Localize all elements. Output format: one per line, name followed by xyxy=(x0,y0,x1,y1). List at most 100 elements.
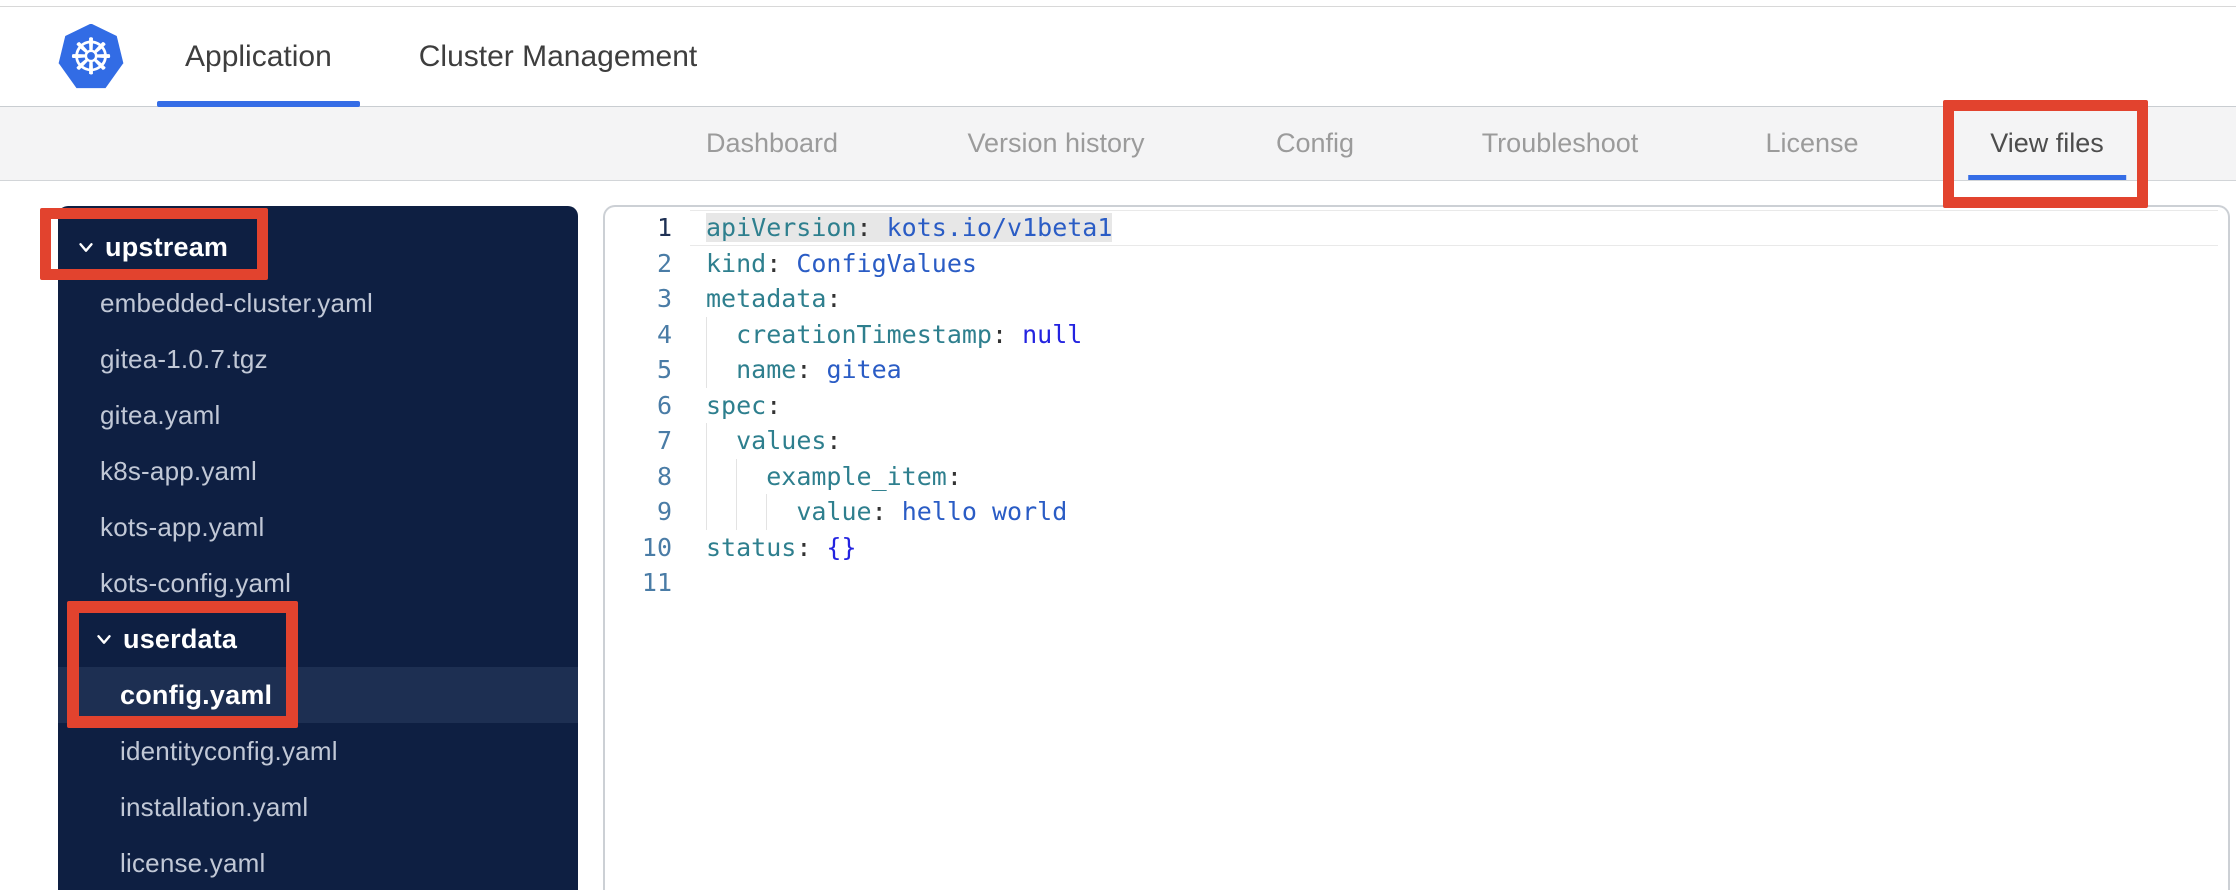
tab-dashboard[interactable]: Dashboard xyxy=(684,107,860,180)
yaml-token: : xyxy=(856,213,887,242)
line-number: 2 xyxy=(656,248,672,278)
editor-code-area[interactable]: 1 apiVersion: kots.io/v1beta1 2 kind: Confi… xyxy=(605,210,2228,890)
tree-file-installation-yaml[interactable]: installation.yaml xyxy=(58,779,578,835)
yaml-token: name xyxy=(736,355,797,384)
code-line-4[interactable]: 4 creationTimestamp: null xyxy=(605,316,2228,352)
line-number: 9 xyxy=(656,497,672,526)
code-line-11[interactable]: 11 xyxy=(605,565,2228,601)
code-line-5[interactable]: 5 name: gitea xyxy=(605,352,2228,388)
code-line-1[interactable]: 1 apiVersion: kots.io/v1beta1 xyxy=(605,210,2228,246)
tab-cluster-management[interactable]: Cluster Management xyxy=(391,7,725,106)
yaml-token: : xyxy=(991,319,1023,349)
app-tabs: Application Cluster Management xyxy=(157,7,756,107)
tab-application[interactable]: Application xyxy=(157,7,360,107)
tree-file-gitea-1-0-7-tgz[interactable]: gitea-1.0.7.tgz xyxy=(58,331,578,387)
kubernetes-logo-icon: ☸ xyxy=(58,23,124,89)
yaml-token: example_item xyxy=(766,461,947,491)
line-number: 11 xyxy=(641,568,672,597)
yaml-token xyxy=(706,355,736,384)
code-line-3[interactable]: 3 metadata: xyxy=(605,281,2228,317)
indent-guide xyxy=(706,316,707,352)
file-name: gitea-1.0.7.tgz xyxy=(100,343,268,374)
code-line-7[interactable]: 7 values: xyxy=(605,423,2228,459)
code-line-content: name: gitea xyxy=(672,352,2228,388)
file-tree: upstream embedded-cluster.yaml gitea-1.0.7… xyxy=(58,206,578,890)
yaml-token xyxy=(706,426,736,455)
yaml-token: : xyxy=(766,390,782,420)
yaml-token: value xyxy=(796,497,872,526)
code-line-10[interactable]: 10 status: {} xyxy=(605,530,2228,566)
tree-file-embedded-cluster-yaml[interactable]: embedded-cluster.yaml xyxy=(58,275,578,331)
code-line-6[interactable]: 6 spec: xyxy=(605,388,2228,424)
tree-folder-upstream[interactable]: upstream xyxy=(58,219,578,275)
code-line-content: creationTimestamp: null xyxy=(672,316,2228,352)
line-number: 1 xyxy=(656,213,672,242)
line-number: 6 xyxy=(656,390,672,420)
yaml-token: ConfigValues xyxy=(796,248,977,278)
file-name: license.yaml xyxy=(120,847,266,878)
tree-file-config-yaml[interactable]: config.yaml xyxy=(58,667,578,723)
file-name: config.yaml xyxy=(120,679,273,710)
tab-config[interactable]: Config xyxy=(1254,107,1376,180)
tree-file-license-yaml[interactable]: license.yaml xyxy=(58,835,578,890)
file-name: identityconfig.yaml xyxy=(120,735,338,766)
code-line-9[interactable]: 9 value: hello world xyxy=(605,494,2228,530)
chevron-down-icon xyxy=(75,236,97,258)
tab-label: View files xyxy=(1990,128,2104,158)
file-tree-sidebar: upstream embedded-cluster.yaml gitea-1.0.7… xyxy=(58,206,578,890)
yaml-token: spec xyxy=(706,390,767,420)
yaml-token: gitea xyxy=(826,355,902,384)
tab-view-files[interactable]: View files xyxy=(1968,107,2126,180)
indent-guide xyxy=(706,458,707,494)
code-line-content: value: hello world xyxy=(672,494,2228,530)
code-line-2[interactable]: 2 kind: ConfigValues xyxy=(605,246,2228,282)
indent-guide xyxy=(706,352,707,388)
chevron-down-icon xyxy=(93,628,115,650)
app-section-tabs: Dashboard Version history Config Troublesho… xyxy=(0,107,2236,181)
tree-file-gitea-yaml[interactable]: gitea.yaml xyxy=(58,387,578,443)
tab-label: Config xyxy=(1275,128,1355,158)
tree-file-identityconfig-yaml[interactable]: identityconfig.yaml xyxy=(58,723,578,779)
line-number: 5 xyxy=(656,355,672,384)
line-number: 4 xyxy=(656,319,672,349)
tab-label: Version history xyxy=(967,128,1145,158)
yaml-token: kots.io/v1beta1 xyxy=(886,213,1113,242)
code-line-8[interactable]: 8 example_item: xyxy=(605,458,2228,494)
selected-text-highlight: apiVersion: kots.io/v1beta1 xyxy=(706,213,1113,242)
tab-label: License xyxy=(1765,128,1859,158)
yaml-token xyxy=(706,320,736,349)
top-navigation-bar: ☸ Application Cluster Management xyxy=(0,6,2236,107)
file-name: installation.yaml xyxy=(120,791,309,822)
line-number: 10 xyxy=(641,532,672,562)
yaml-token: apiVersion xyxy=(706,213,857,242)
yaml-token xyxy=(706,497,796,526)
yaml-token: values xyxy=(736,426,827,455)
tab-troubleshoot[interactable]: Troubleshoot xyxy=(1460,107,1661,180)
file-name: k8s-app.yaml xyxy=(100,455,258,486)
tree-file-k8s-app-yaml[interactable]: k8s-app.yaml xyxy=(58,443,578,499)
folder-name: upstream xyxy=(105,231,229,262)
file-viewer-editor[interactable]: 1 apiVersion: kots.io/v1beta1 2 kind: Confi… xyxy=(603,205,2230,890)
yaml-token: {} xyxy=(826,532,857,562)
code-line-content: apiVersion: kots.io/v1beta1 xyxy=(672,210,2228,246)
tab-label: Cluster Management xyxy=(418,39,698,73)
yaml-token: : xyxy=(946,461,962,491)
line-number: 8 xyxy=(656,461,672,491)
indent-guide xyxy=(766,494,768,530)
code-line-content: metadata: xyxy=(672,281,2228,317)
code-line-content: example_item: xyxy=(672,458,2228,494)
code-line-content: spec: xyxy=(672,388,2228,424)
code-line-content: values: xyxy=(672,423,2228,459)
yaml-token: hello world xyxy=(901,497,1068,526)
line-number: 7 xyxy=(656,426,672,455)
kots-admin-console: ☸ Application Cluster Management Dashboar… xyxy=(0,0,2236,890)
tab-license[interactable]: License xyxy=(1743,107,1880,180)
tree-file-kots-config-yaml[interactable]: kots-config.yaml xyxy=(58,555,578,611)
yaml-token: metadata xyxy=(706,284,827,313)
yaml-token: : xyxy=(871,497,902,526)
tree-file-kots-app-yaml[interactable]: kots-app.yaml xyxy=(58,499,578,555)
tab-version-history[interactable]: Version history xyxy=(945,107,1166,180)
yaml-token: null xyxy=(1022,319,1083,349)
yaml-token: : xyxy=(766,248,797,278)
tree-folder-userdata[interactable]: userdata xyxy=(58,611,578,667)
